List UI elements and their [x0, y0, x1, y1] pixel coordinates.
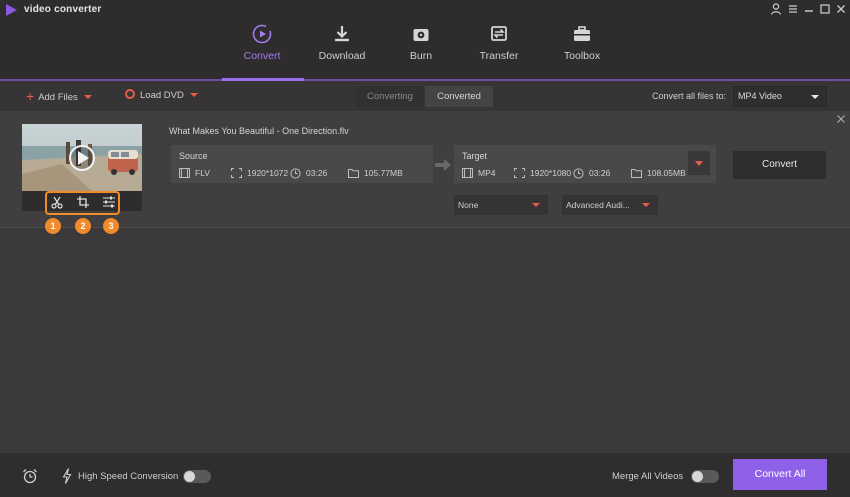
tab-download[interactable]: Download — [306, 20, 378, 80]
tab-converting[interactable]: Converting — [356, 86, 424, 107]
lightning-icon — [62, 468, 72, 484]
tab-convert-label: Convert — [243, 50, 281, 62]
file-item: 1 2 3 What Makes You Beautiful - One Dir… — [0, 111, 850, 234]
high-speed-conversion-label: High Speed Conversion — [78, 471, 179, 482]
film-icon — [179, 168, 190, 178]
maximize-icon[interactable] — [818, 2, 832, 16]
close-icon[interactable] — [834, 2, 848, 16]
clock-icon — [573, 168, 584, 179]
tab-converted[interactable]: Converted — [425, 86, 493, 107]
folder-icon — [348, 169, 359, 178]
target-info[interactable]: Target MP4 1920*1080 03:26 108.05MB — [454, 145, 716, 183]
subtitle-select-value: None — [458, 200, 479, 210]
tab-convert[interactable]: Convert — [226, 20, 298, 80]
convert-all-files-label: Convert all files to: — [652, 91, 727, 101]
dvd-icon — [125, 89, 135, 99]
load-dvd-button[interactable]: Load DVD — [125, 89, 198, 103]
video-thumbnail[interactable] — [22, 124, 142, 191]
resolution-icon — [514, 168, 525, 178]
source-size-value: 105.77MB — [364, 168, 403, 178]
plus-icon: + — [26, 88, 35, 104]
tab-transfer-label: Transfer — [479, 50, 519, 62]
alarm-clock-icon[interactable] — [22, 468, 38, 484]
merge-videos-toggle[interactable] — [691, 470, 719, 483]
chevron-down-icon — [695, 161, 703, 166]
tab-toolbox[interactable]: Toolbox — [546, 20, 618, 80]
tool-badge-1: 1 — [45, 218, 61, 234]
crop-icon[interactable] — [76, 195, 90, 209]
subtitle-select[interactable]: None — [454, 195, 548, 215]
chevron-down-icon — [642, 203, 650, 207]
target-duration-value: 03:26 — [589, 168, 611, 178]
source-duration-value: 03:26 — [306, 168, 328, 178]
audio-track-select-value: Advanced Audi... — [566, 200, 630, 210]
source-resolution-value: 1920*1072 — [247, 168, 289, 178]
toggle-knob — [184, 471, 195, 482]
title-bar: video converter — [0, 0, 850, 20]
convert-icon — [252, 24, 272, 44]
main-nav: Convert Download Burn Transfer Toolbox — [0, 20, 850, 80]
minimize-icon[interactable] — [802, 2, 816, 16]
chevron-down-icon[interactable] — [83, 95, 92, 99]
source-format-value: FLV — [195, 168, 210, 178]
user-icon[interactable] — [769, 2, 783, 16]
transfer-icon — [491, 26, 507, 41]
toolbar: + Add Files Load DVD Converting Converted… — [0, 81, 850, 111]
target-title: Target — [462, 151, 488, 161]
chevron-down-icon — [532, 203, 540, 207]
tool-badge-2: 2 — [75, 218, 91, 234]
toggle-knob — [692, 471, 703, 482]
tab-toolbox-label: Toolbox — [563, 50, 601, 62]
app-logo-icon — [6, 4, 17, 16]
add-files-label: Add Files — [38, 92, 78, 103]
load-dvd-label: Load DVD — [140, 90, 184, 101]
bottom-bar: High Speed Conversion Merge All Videos C… — [0, 453, 850, 497]
target-format-dropdown[interactable] — [688, 151, 710, 175]
audio-track-select[interactable]: Advanced Audi... — [562, 195, 658, 215]
convert-all-button[interactable]: Convert All — [733, 459, 827, 490]
burn-icon — [413, 29, 429, 41]
target-format-value: MP4 — [478, 168, 496, 178]
file-name: What Makes You Beautiful - One Direction… — [169, 126, 349, 136]
target-size-value: 108.05MB — [647, 168, 686, 178]
source-info: Source FLV 1920*1072 03:26 105.77MB — [171, 145, 433, 183]
output-format-select[interactable]: MP4 Video — [733, 86, 827, 107]
chevron-down-icon — [811, 95, 819, 99]
menu-icon[interactable] — [786, 2, 800, 16]
app-window: video converter Convert Download Burn Tr… — [0, 0, 850, 497]
app-title: video converter — [24, 4, 102, 15]
convert-button[interactable]: Convert — [733, 151, 826, 179]
tool-badge-3: 3 — [103, 218, 119, 234]
toolbox-icon — [574, 26, 590, 41]
tab-download-label: Download — [318, 50, 366, 62]
chevron-down-icon[interactable] — [189, 93, 198, 97]
download-icon — [335, 26, 349, 42]
tab-transfer[interactable]: Transfer — [463, 20, 535, 80]
arrow-right-icon — [435, 159, 451, 171]
target-resolution-value: 1920*1080 — [530, 168, 572, 178]
clock-icon — [290, 168, 301, 179]
film-icon — [462, 168, 473, 178]
tab-burn-label: Burn — [409, 50, 433, 62]
merge-all-videos-label: Merge All Videos — [612, 471, 684, 482]
folder-icon — [631, 169, 642, 178]
output-format-value: MP4 Video — [738, 91, 782, 101]
high-speed-toggle[interactable] — [183, 470, 211, 483]
tab-burn[interactable]: Burn — [385, 20, 457, 80]
resolution-icon — [231, 168, 242, 178]
effects-sliders-icon[interactable] — [102, 195, 116, 209]
add-files-button[interactable]: + Add Files — [26, 89, 92, 103]
trim-scissors-icon[interactable] — [50, 195, 64, 209]
source-title: Source — [179, 151, 208, 161]
remove-file-icon[interactable] — [835, 113, 847, 125]
